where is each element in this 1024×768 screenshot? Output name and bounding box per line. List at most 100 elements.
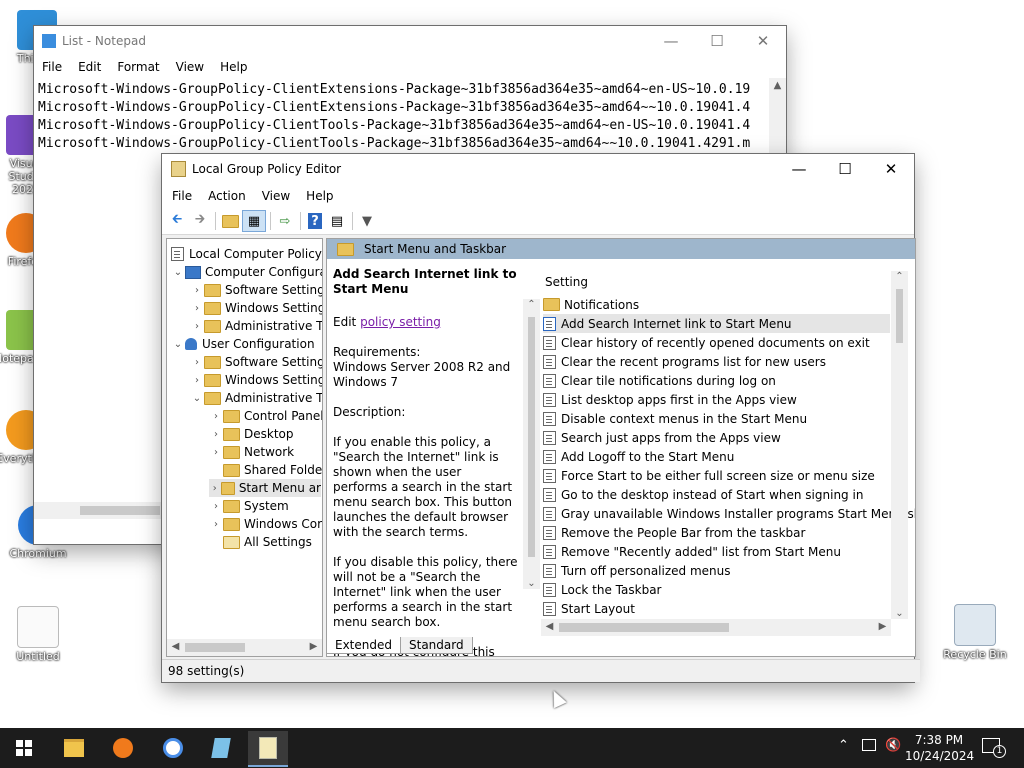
chevron-right-icon[interactable]: › xyxy=(209,501,223,512)
taskbar-file-explorer[interactable] xyxy=(54,732,94,764)
filter-icon[interactable]: ▼ xyxy=(356,211,378,231)
tree-item-start-menu-and-taskbar[interactable]: › Start Menu ar xyxy=(209,479,321,497)
clock[interactable]: 7:38 PM 10/24/2024 xyxy=(905,732,974,764)
chevron-right-icon[interactable]: › xyxy=(190,357,204,368)
gpedit-titlebar[interactable]: Local Group Policy Editor — ☐ ✕ xyxy=(162,154,914,184)
policy-tree[interactable]: Local Computer Policy ⌄ Computer Configu… xyxy=(166,238,323,657)
start-button[interactable] xyxy=(4,732,44,764)
settings-row[interactable]: Disable context menus in the Start Menu xyxy=(543,409,807,428)
help-icon[interactable]: ? xyxy=(308,213,322,229)
settings-row[interactable]: Add Logoff to the Start Menu xyxy=(543,447,734,466)
chevron-down-icon[interactable]: ⌄ xyxy=(190,393,204,404)
tab-extended[interactable]: Extended xyxy=(326,637,401,654)
settings-row-selected[interactable]: Add Search Internet link to Start Menu xyxy=(543,314,890,333)
tree-horizontal-scrollbar[interactable]: ◀ ▶ xyxy=(167,639,322,656)
scroll-up-arrow-icon[interactable]: ⌃ xyxy=(891,271,908,282)
tree-item-user-administrative-templates[interactable]: ⌄ Administrative Te xyxy=(190,389,322,407)
gpedit-close-button[interactable]: ✕ xyxy=(868,154,914,184)
notepad-maximize-button[interactable]: ☐ xyxy=(694,26,740,56)
notepad-menu-help[interactable]: Help xyxy=(212,60,255,74)
notepad-menu-edit[interactable]: Edit xyxy=(70,60,109,74)
notepad-minimize-button[interactable]: — xyxy=(648,26,694,56)
notepad-close-button[interactable]: ✕ xyxy=(740,26,786,56)
chevron-right-icon[interactable]: › xyxy=(209,519,223,530)
chevron-right-icon[interactable]: › xyxy=(190,303,204,314)
settings-row[interactable]: Remove the People Bar from the taskbar xyxy=(543,523,805,542)
chevron-right-icon[interactable]: › xyxy=(190,285,204,296)
tree-item-user-windows-settings[interactable]: › Windows Setting xyxy=(190,371,322,389)
show-hidden-icons-chevron-up-icon[interactable]: ⌃ xyxy=(838,738,849,753)
settings-row[interactable]: Lock the Taskbar xyxy=(543,580,662,599)
scroll-left-arrow-icon[interactable]: ◀ xyxy=(541,621,558,632)
scroll-up-arrow-icon[interactable]: ⌃ xyxy=(523,299,540,310)
settings-row[interactable]: Clear the recent programs list for new u… xyxy=(543,352,826,371)
settings-row[interactable]: Clear history of recently opened documen… xyxy=(543,333,870,352)
chevron-right-icon[interactable]: › xyxy=(209,429,223,440)
scroll-down-arrow-icon[interactable]: ⌄ xyxy=(523,578,540,589)
tree-item-local-computer-policy[interactable]: Local Computer Policy xyxy=(171,245,322,263)
scroll-down-arrow-icon[interactable]: ⌄ xyxy=(891,608,908,619)
forward-arrow-icon[interactable]: 🡲 xyxy=(189,211,211,231)
scroll-right-arrow-icon[interactable]: ▶ xyxy=(874,621,891,632)
notepad-hscroll-thumb[interactable] xyxy=(80,506,160,515)
chevron-down-icon[interactable]: ⌄ xyxy=(171,339,185,350)
settings-row-notifications[interactable]: Notifications xyxy=(543,295,639,314)
tree-item-shared-folders[interactable]: Shared Folder xyxy=(209,461,322,479)
settings-row[interactable]: Force Start to be either full screen siz… xyxy=(543,466,875,485)
notepad-horizontal-scrollbar[interactable] xyxy=(34,502,162,519)
taskbar-notepadpp[interactable] xyxy=(201,732,241,764)
settings-hscroll-thumb[interactable] xyxy=(559,623,729,632)
settings-row[interactable]: Start Layout xyxy=(543,599,635,618)
settings-row[interactable]: Go to the desktop instead of Start when … xyxy=(543,485,863,504)
notepad-titlebar[interactable]: List - Notepad — ☐ ✕ xyxy=(34,26,786,56)
tree-item-all-settings[interactable]: All Settings xyxy=(209,533,312,551)
properties-icon[interactable]: ▤ xyxy=(326,211,348,231)
settings-row[interactable]: Gray unavailable Windows Installer progr… xyxy=(543,504,915,523)
taskbar-firefox[interactable] xyxy=(103,732,143,764)
scroll-right-arrow-icon[interactable]: ▶ xyxy=(305,641,322,652)
network-icon[interactable] xyxy=(862,739,876,751)
taskbar-notepad[interactable] xyxy=(248,731,288,767)
tree-item-system[interactable]: › System xyxy=(209,497,289,515)
tree-item-control-panel[interactable]: › Control Panel xyxy=(209,407,322,425)
chevron-right-icon[interactable]: › xyxy=(190,375,204,386)
notepad-menu-file[interactable]: File xyxy=(34,60,70,74)
scroll-up-arrow-icon[interactable]: ▲ xyxy=(769,80,786,91)
desktop-icon-recycle-bin[interactable]: Recycle Bin xyxy=(943,604,1007,661)
back-arrow-icon[interactable]: 🡰 xyxy=(166,211,188,231)
settings-row[interactable]: Search just apps from the Apps view xyxy=(543,428,781,447)
chevron-right-icon[interactable]: › xyxy=(209,411,223,422)
settings-row[interactable]: Clear tile notifications during log on xyxy=(543,371,776,390)
chevron-right-icon[interactable]: › xyxy=(190,321,204,332)
description-vertical-scrollbar[interactable]: ⌃ ⌄ xyxy=(523,299,540,589)
export-list-icon[interactable]: ⇨ xyxy=(274,211,296,231)
chevron-right-icon[interactable]: › xyxy=(209,447,223,458)
tree-item-user-software-settings[interactable]: › Software Settings xyxy=(190,353,322,371)
notepad-menu-format[interactable]: Format xyxy=(109,60,167,74)
gpedit-minimize-button[interactable]: — xyxy=(776,154,822,184)
settings-row[interactable]: Turn off personalized menus xyxy=(543,561,730,580)
desktop-icon-untitled[interactable]: Untitled xyxy=(6,606,70,663)
notepad-menu-view[interactable]: View xyxy=(168,60,212,74)
taskbar-chromium[interactable] xyxy=(153,732,193,764)
edit-policy-setting-link[interactable]: policy setting xyxy=(360,315,441,329)
gpedit-menu-file[interactable]: File xyxy=(164,189,200,203)
notification-center-button[interactable]: 1 xyxy=(982,738,1006,758)
chevron-right-icon[interactable]: › xyxy=(209,483,221,494)
gpedit-menu-action[interactable]: Action xyxy=(200,189,254,203)
gpedit-menu-view[interactable]: View xyxy=(254,189,298,203)
settings-horizontal-scrollbar[interactable]: ◀ ▶ xyxy=(541,619,891,636)
tree-item-windows-settings[interactable]: › Windows Setting xyxy=(190,299,322,317)
up-folder-icon[interactable] xyxy=(219,211,241,231)
settings-row[interactable]: List desktop apps first in the Apps view xyxy=(543,390,797,409)
settings-column-header[interactable]: Setting xyxy=(545,275,588,289)
description-vscroll-thumb[interactable] xyxy=(528,317,535,557)
tree-item-administrative-templates[interactable]: › Administrative Te xyxy=(190,317,322,335)
tree-item-software-settings[interactable]: › Software Settings xyxy=(190,281,322,299)
tree-item-desktop[interactable]: › Desktop xyxy=(209,425,294,443)
scroll-left-arrow-icon[interactable]: ◀ xyxy=(167,641,184,652)
chevron-down-icon[interactable]: ⌄ xyxy=(171,267,185,278)
gpedit-menu-help[interactable]: Help xyxy=(298,189,341,203)
tree-hscroll-thumb[interactable] xyxy=(185,643,245,652)
show-hide-tree-icon[interactable]: ▦ xyxy=(242,210,266,232)
